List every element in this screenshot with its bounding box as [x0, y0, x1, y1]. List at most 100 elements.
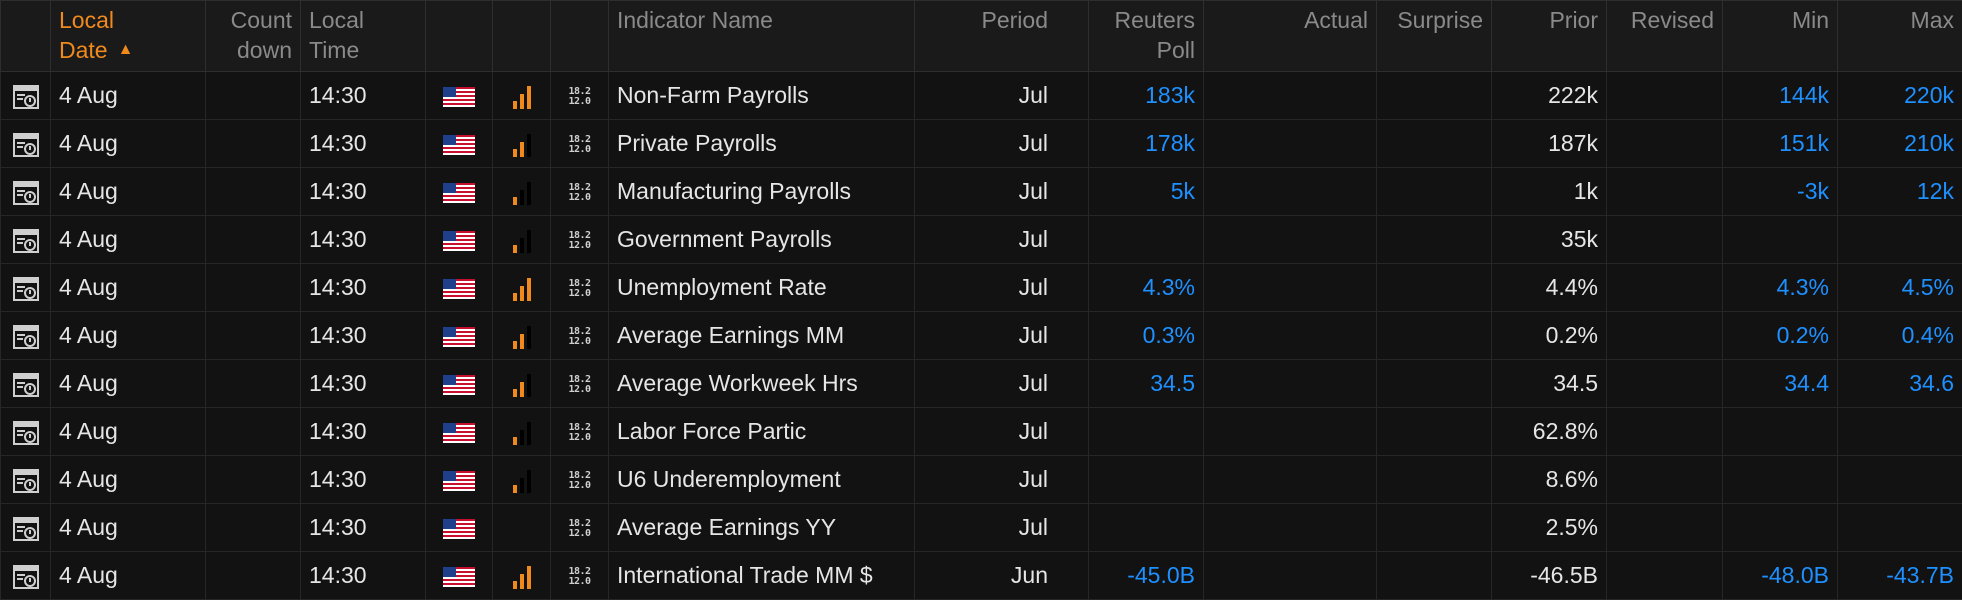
row-detail-cell[interactable] [1, 264, 51, 312]
cell-revised [1607, 216, 1723, 264]
importance-bar [513, 581, 517, 589]
calendar-detail-icon[interactable] [13, 181, 39, 205]
importance-bar [513, 485, 517, 493]
calendar-detail-icon[interactable] [13, 229, 39, 253]
cell-date: 4 Aug [51, 168, 206, 216]
cell-revised [1607, 264, 1723, 312]
importance-bar [527, 230, 531, 253]
row-detail-cell[interactable] [1, 552, 51, 600]
cell-indicator-name[interactable]: Government Payrolls [609, 216, 915, 264]
column-header-importance[interactable] [493, 1, 551, 72]
table-row[interactable]: 4 Aug 14:30 18.212.0 Private Payr [1, 120, 1962, 168]
column-header-indicator-name-label: Indicator Name [617, 5, 906, 35]
row-detail-cell[interactable] [1, 216, 51, 264]
column-header-prior[interactable]: Prior [1492, 1, 1607, 72]
numeric-data-icon: 18.212.0 [568, 327, 590, 347]
calendar-detail-icon[interactable] [13, 517, 39, 541]
row-detail-cell[interactable] [1, 72, 51, 120]
column-header-period[interactable]: Period [915, 1, 1089, 72]
cell-prior: 8.6% [1492, 456, 1607, 504]
cell-indicator-name[interactable]: Labor Force Partic [609, 408, 915, 456]
us-flag-icon [443, 231, 475, 251]
table-row[interactable]: 4 Aug 14:30 18.212.0 Average Earn [1, 312, 1962, 360]
cell-indicator-name[interactable]: Manufacturing Payrolls [609, 168, 915, 216]
sort-ascending-icon[interactable]: ▲ [118, 41, 134, 58]
cell-countdown [206, 216, 301, 264]
column-header-reuters-poll[interactable]: Reuters Poll [1089, 1, 1204, 72]
cell-importance [493, 264, 551, 312]
importance-bar [520, 286, 524, 301]
table-row[interactable]: 4 Aug 14:30 18.212.0 Average Work [1, 360, 1962, 408]
calendar-detail-icon[interactable] [13, 85, 39, 109]
cell-prior: 222k [1492, 72, 1607, 120]
cell-period: Jul [915, 504, 1089, 552]
cell-min: 4.3% [1723, 264, 1838, 312]
cell-prior: 34.5 [1492, 360, 1607, 408]
column-header-indicator-name[interactable]: Indicator Name [609, 1, 915, 72]
importance-bar [527, 374, 531, 397]
cell-indicator-name[interactable]: Average Earnings YY [609, 504, 915, 552]
calendar-detail-icon[interactable] [13, 565, 39, 589]
cell-indicator-name[interactable]: Non-Farm Payrolls [609, 72, 915, 120]
cell-indicator-name[interactable]: International Trade MM $ [609, 552, 915, 600]
column-header-local-time-line1: Local [309, 5, 417, 35]
column-header-local-time-line2: Time [309, 35, 417, 65]
row-detail-cell[interactable] [1, 408, 51, 456]
cell-surprise [1377, 72, 1492, 120]
numeric-data-icon: 18.212.0 [568, 231, 590, 251]
cell-min [1723, 456, 1838, 504]
cell-indicator-name[interactable]: Private Payrolls [609, 120, 915, 168]
table-row[interactable]: 4 Aug 14:30 18.212.0 Average Earn [1, 504, 1962, 552]
table-row[interactable]: 4 Aug 14:30 18.212.0 Labor Force [1, 408, 1962, 456]
us-flag-icon [443, 471, 475, 491]
calendar-detail-icon[interactable] [13, 469, 39, 493]
cell-date: 4 Aug [51, 504, 206, 552]
cell-max: 0.4% [1838, 312, 1962, 360]
cell-revised [1607, 504, 1723, 552]
table-row[interactable]: 4 Aug 14:30 18.212.0 Government P [1, 216, 1962, 264]
table-body: 4 Aug 14:30 18.212.0 Non-Farm Pay [1, 72, 1962, 600]
column-header-country[interactable] [426, 1, 493, 72]
row-detail-cell[interactable] [1, 168, 51, 216]
table-row[interactable]: 4 Aug 14:30 18.212.0 U6 Underempl [1, 456, 1962, 504]
row-detail-cell[interactable] [1, 312, 51, 360]
calendar-detail-icon[interactable] [13, 421, 39, 445]
column-header-local-time[interactable]: Local Time [301, 1, 426, 72]
table-row[interactable]: 4 Aug 14:30 18.212.0 Unemployment [1, 264, 1962, 312]
column-header-actual[interactable]: Actual [1204, 1, 1377, 72]
cell-indicator-name[interactable]: Average Workweek Hrs [609, 360, 915, 408]
importance-bar [527, 134, 531, 157]
importance-bars-icon [513, 85, 531, 109]
row-detail-cell[interactable] [1, 360, 51, 408]
cell-countdown [206, 72, 301, 120]
column-header-revised[interactable]: Revised [1607, 1, 1723, 72]
column-header-surprise[interactable]: Surprise [1377, 1, 1492, 72]
cell-min: 34.4 [1723, 360, 1838, 408]
column-header-countdown[interactable]: Count down [206, 1, 301, 72]
column-header-min[interactable]: Min [1723, 1, 1838, 72]
row-detail-cell[interactable] [1, 120, 51, 168]
table-row[interactable]: 4 Aug 14:30 18.212.0 Non-Farm Pay [1, 72, 1962, 120]
calendar-detail-icon[interactable] [13, 133, 39, 157]
row-detail-cell[interactable] [1, 504, 51, 552]
importance-bar [513, 341, 517, 349]
calendar-detail-icon[interactable] [13, 277, 39, 301]
table-row[interactable]: 4 Aug 14:30 18.212.0 Manufacturin [1, 168, 1962, 216]
column-header-local-date[interactable]: Local Date▲ [51, 1, 206, 72]
cell-prior: 2.5% [1492, 504, 1607, 552]
importance-bar [520, 430, 524, 445]
cell-indicator-name[interactable]: U6 Underemployment [609, 456, 915, 504]
cell-reuters-poll: 0.3% [1089, 312, 1204, 360]
cell-indicator-name[interactable]: Unemployment Rate [609, 264, 915, 312]
row-detail-cell[interactable] [1, 456, 51, 504]
column-header-max[interactable]: Max [1838, 1, 1962, 72]
calendar-detail-icon[interactable] [13, 325, 39, 349]
table-row[interactable]: 4 Aug 14:30 18.212.0 Internationa [1, 552, 1962, 600]
cell-importance [493, 408, 551, 456]
column-header-data-type[interactable] [551, 1, 609, 72]
column-header-reuters-poll-line2: Poll [1097, 35, 1195, 65]
importance-bar [527, 86, 531, 109]
calendar-detail-icon[interactable] [13, 373, 39, 397]
cell-indicator-name[interactable]: Average Earnings MM [609, 312, 915, 360]
cell-period: Jul [915, 408, 1089, 456]
